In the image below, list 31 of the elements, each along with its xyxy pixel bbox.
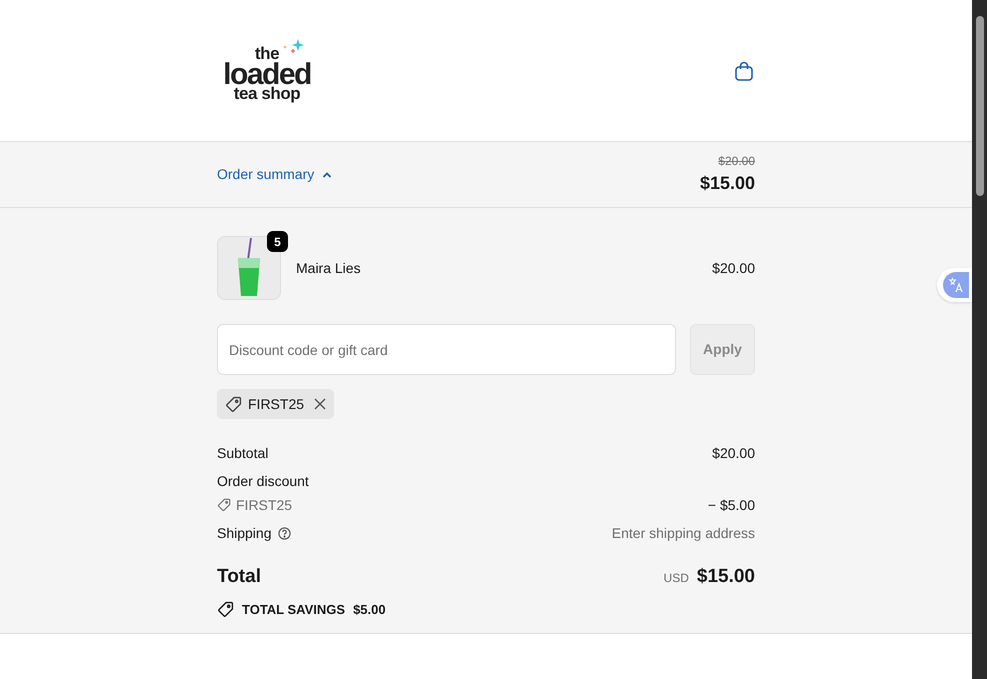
product-name: Maira Lies [296,258,361,278]
order-summary-toggle[interactable]: Order summary [217,164,332,185]
chevron-icon [322,170,332,180]
total-label: Total [217,565,261,589]
scrollbar[interactable] [972,0,987,679]
row-value: − $5.00 [708,496,755,514]
savings-tag-icon [217,600,234,618]
tag-icon [225,396,242,412]
compare-price: $20.00 [718,153,755,170]
quantity-badge: 5 [267,231,288,252]
currency-code: USD [664,570,689,587]
row-label: Order discount [217,472,309,490]
product-price: $20.00 [712,258,755,278]
order-total: $15.00 [700,172,755,195]
drink-cup-drawing [236,238,262,298]
row-label: Shipping [217,524,272,543]
shop-logo[interactable]: the loaded tea shop [224,39,310,102]
close-icon[interactable] [314,398,326,410]
shopping-bag-icon[interactable] [734,60,754,82]
discount-field[interactable]: Discount code or gift card [217,324,676,375]
total-price: $15.00 [696,565,755,589]
savings-amount: $5.00 [353,600,386,618]
row-value: $20.00 [712,444,755,462]
row-label: Subtotal [217,444,268,462]
discount-code: FIRST25 [248,394,304,414]
help-icon[interactable] [278,526,290,540]
row-value: Enter shipping address [612,524,755,543]
savings-label: TOTAL SAVINGS [242,600,346,618]
row-label: FIRST25 [236,496,292,514]
translate-icon [948,277,964,293]
tag-icon [217,498,231,512]
